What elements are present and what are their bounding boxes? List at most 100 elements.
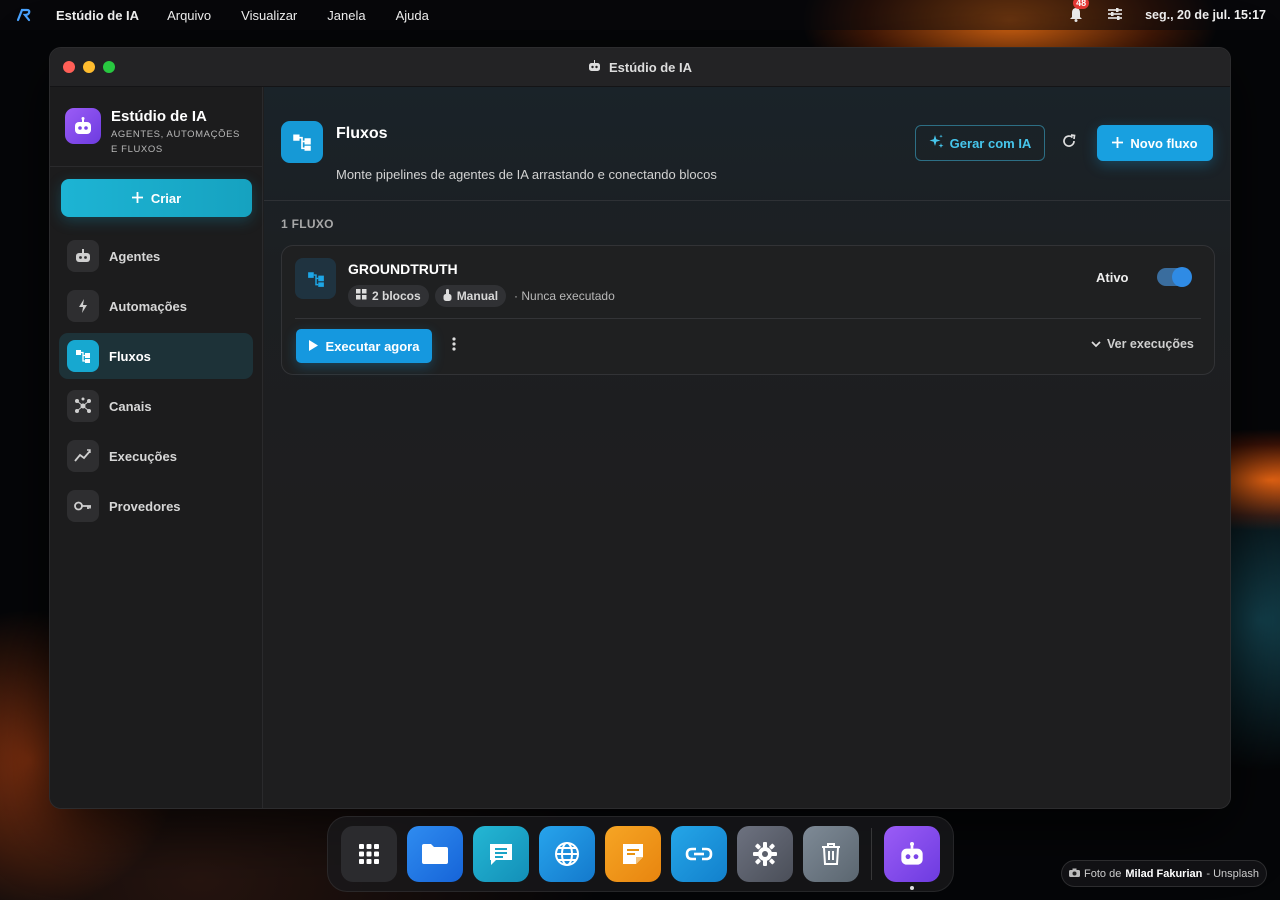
chart-icon <box>67 440 99 472</box>
flow-icon <box>67 340 99 372</box>
key-icon <box>67 490 99 522</box>
menu-app-name[interactable]: Estúdio de IA <box>56 8 139 23</box>
dock-robot-icon[interactable] <box>884 826 940 890</box>
sidebar-nav: Agentes Automações Fluxos Canais Execuçõ… <box>50 233 262 529</box>
credit-source[interactable]: - Unsplash <box>1206 868 1259 880</box>
blocks-chip: 2 blocos <box>348 285 429 307</box>
credit-author[interactable]: Milad Fakurian <box>1125 868 1202 880</box>
window-controls <box>63 61 115 73</box>
more-options-button[interactable] <box>446 336 462 356</box>
dock-running-indicator <box>910 886 914 890</box>
os-logo-icon[interactable] <box>16 6 34 24</box>
dock-notes-icon[interactable] <box>605 826 661 882</box>
credit-prefix: Foto de <box>1084 867 1122 880</box>
hub-icon <box>67 390 99 422</box>
sidebar-item-provedores[interactable]: Provedores <box>59 483 253 529</box>
menu-bar: Estúdio de IA Arquivo Visualizar Janela … <box>0 0 1280 30</box>
flow-name[interactable]: GROUNDTRUTH <box>348 261 458 277</box>
sidebar-item-label: Provedores <box>109 498 181 514</box>
camera-icon <box>1069 868 1081 880</box>
flow-active-toggle[interactable] <box>1157 267 1192 287</box>
flow-card: GROUNDTRUTH 2 blocos Manual · Nunca exec… <box>281 245 1215 375</box>
dock-trash-icon[interactable] <box>803 826 859 882</box>
dock-folder-icon[interactable] <box>407 826 463 882</box>
plus-icon <box>1112 136 1124 151</box>
sidebar-item-automacoes[interactable]: Automações <box>59 283 253 329</box>
blocks-count: 2 blocos <box>372 289 421 303</box>
flow-count-label: 1 FLUXO <box>281 217 334 231</box>
dock-apps-icon[interactable] <box>341 826 397 882</box>
menubar-clock[interactable]: seg., 20 de jul. 15:17 <box>1145 8 1266 22</box>
sidebar-item-label: Execuções <box>109 448 177 464</box>
sparkles-icon <box>929 134 944 152</box>
minimize-window-button[interactable] <box>83 61 95 73</box>
create-button-label: Criar <box>150 190 182 206</box>
dock-separator <box>871 828 872 880</box>
view-runs-label: Ver execuções <box>1107 337 1194 351</box>
page-title: Fluxos <box>336 125 388 142</box>
sidebar-item-agentes[interactable]: Agentes <box>59 233 253 279</box>
trigger-chip: Manual <box>434 285 507 307</box>
last-run-text: · Nunca executado <box>514 289 615 303</box>
dock-settings-icon[interactable] <box>737 826 793 882</box>
flow-icon <box>281 121 323 163</box>
close-window-button[interactable] <box>63 61 75 73</box>
dock-globe-icon[interactable] <box>539 826 595 882</box>
bolt-icon <box>67 290 99 322</box>
notification-count-badge: 48 <box>1073 0 1090 9</box>
window-titlebar[interactable]: Estúdio de IA <box>50 48 1230 87</box>
flow-meta: 2 blocos Manual · Nunca executado <box>348 285 615 307</box>
toggle-knob <box>1172 267 1192 287</box>
generate-with-ai-button[interactable]: Gerar com IA <box>915 125 1045 161</box>
menu-visualizar[interactable]: Visualizar <box>241 8 297 23</box>
hand-pointer-icon <box>443 288 452 304</box>
maximize-window-button[interactable] <box>103 61 115 73</box>
menu-ajuda[interactable]: Ajuda <box>396 8 429 23</box>
brand-robot-icon <box>65 108 101 144</box>
refresh-icon <box>1062 133 1076 153</box>
control-center-sliders-icon[interactable] <box>1107 7 1123 24</box>
new-flow-label: Novo fluxo <box>1130 135 1198 151</box>
sidebar-item-label: Automações <box>109 298 188 314</box>
card-divider <box>295 318 1201 319</box>
sidebar-item-label: Agentes <box>109 248 161 264</box>
dock-chat-icon[interactable] <box>473 826 529 882</box>
notifications-bell-icon[interactable]: 48 <box>1069 0 1090 23</box>
flow-icon <box>295 258 336 299</box>
main-content: Fluxos Monte pipelines de agentes de IA … <box>264 87 1230 808</box>
brand-subtitle: AGENTES, AUTOMAÇÕES E FLUXOS <box>111 129 240 155</box>
page-header: Fluxos Monte pipelines de agentes de IA … <box>264 87 1230 201</box>
page-subtitle: Monte pipelines de agentes de IA arrasta… <box>336 167 717 182</box>
new-flow-button[interactable]: Novo fluxo <box>1097 125 1213 161</box>
app-window: Estúdio de IA Estúdio de IA AGENTES, AUT… <box>49 47 1231 809</box>
run-now-button[interactable]: Executar agora <box>296 329 432 363</box>
generate-with-ai-label: Gerar com IA <box>949 135 1032 151</box>
sidebar-item-execucoes[interactable]: Execuções <box>59 433 253 479</box>
more-vertical-icon <box>452 336 456 356</box>
sidebar: Estúdio de IA AGENTES, AUTOMAÇÕES E FLUX… <box>50 87 263 808</box>
trigger-label: Manual <box>456 289 499 303</box>
brand-name: Estúdio de IA <box>111 108 207 125</box>
wallpaper-credit[interactable]: Foto de Milad Fakurian - Unsplash <box>1061 860 1267 887</box>
sidebar-brand: Estúdio de IA AGENTES, AUTOMAÇÕES E FLUX… <box>50 87 262 167</box>
dock-link-icon[interactable] <box>671 826 727 882</box>
play-icon <box>308 339 318 354</box>
plus-icon <box>131 191 143 206</box>
sidebar-item-label: Fluxos <box>109 348 151 364</box>
sidebar-item-canais[interactable]: Canais <box>59 383 253 429</box>
run-now-label: Executar agora <box>325 338 420 354</box>
refresh-button[interactable] <box>1059 133 1079 153</box>
menu-arquivo[interactable]: Arquivo <box>167 8 211 23</box>
sidebar-item-fluxos[interactable]: Fluxos <box>59 333 253 379</box>
dock <box>327 816 954 892</box>
menu-janela[interactable]: Janela <box>327 8 365 23</box>
flow-status-label: Ativo <box>1096 270 1129 285</box>
blocks-icon <box>356 289 367 303</box>
robot-icon <box>588 59 601 75</box>
create-button[interactable]: Criar <box>61 179 252 217</box>
sidebar-item-label: Canais <box>109 398 152 414</box>
window-title: Estúdio de IA <box>50 59 1230 75</box>
chevron-down-icon <box>1091 337 1101 351</box>
window-title-text: Estúdio de IA <box>608 59 693 75</box>
view-runs-button[interactable]: Ver execuções <box>1091 337 1194 351</box>
